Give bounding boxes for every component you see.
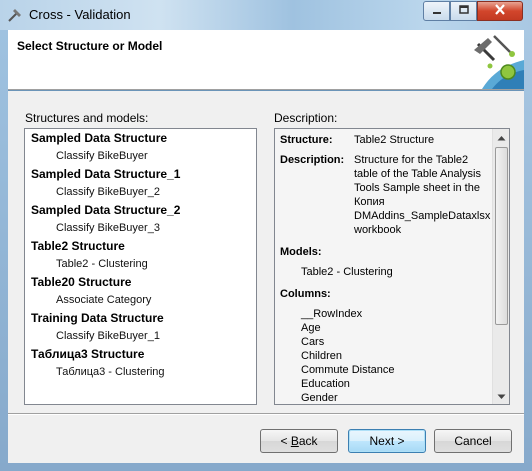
maximize-button[interactable] (450, 1, 477, 21)
list-item[interactable]: Sampled Data Structure_2 Classify BikeBu… (25, 201, 256, 237)
description-key: Description: (280, 154, 345, 166)
column-entry: Commute Distance (301, 364, 395, 376)
window-title: Cross - Validation (29, 7, 131, 22)
column-entry: Cars (301, 336, 325, 348)
structure-name[interactable]: Table2 Structure (31, 237, 256, 255)
description-content: Structure: Table2 Structure Description:… (280, 133, 491, 404)
column-entry: Age (301, 322, 321, 334)
page-title: Select Structure or Model (17, 39, 163, 53)
model-name[interactable]: Classify BikeBuyer (31, 147, 256, 165)
window-frame-bottom (0, 463, 532, 471)
model-entry: Table2 - Clustering (301, 266, 393, 278)
model-name[interactable]: Classify BikeBuyer_1 (31, 327, 256, 345)
column-entry: Education (301, 378, 350, 390)
column-entry: Children (301, 350, 342, 362)
separator (8, 413, 524, 415)
structures-label: Structures and models: (25, 111, 149, 125)
tools-icon (7, 7, 23, 23)
model-name[interactable]: Classify BikeBuyer_2 (31, 183, 256, 201)
cancel-button[interactable]: Cancel (434, 429, 512, 453)
close-icon (494, 4, 506, 18)
minimize-icon (432, 4, 442, 18)
scroll-down-button[interactable] (494, 388, 509, 404)
scroll-down-icon (497, 389, 506, 403)
model-name[interactable]: Classify BikeBuyer_3 (31, 219, 256, 237)
structure-name[interactable]: Table20 Structure (31, 273, 256, 291)
window-frame-left (0, 30, 8, 471)
description-value: Structure for the Table2 table of the Ta… (354, 154, 491, 236)
minimize-button[interactable] (423, 1, 450, 21)
scroll-thumb[interactable] (495, 147, 508, 325)
back-prefix: < (280, 434, 291, 448)
maximize-icon (458, 4, 469, 18)
structure-name[interactable]: Sampled Data Structure_1 (31, 165, 256, 183)
list-item[interactable]: Training Data Structure Classify BikeBuy… (25, 309, 256, 345)
next-button[interactable]: Next > (348, 429, 426, 453)
list-item[interactable]: Таблица3 Structure Таблица3 - Clustering (25, 345, 256, 381)
scroll-up-icon (497, 130, 506, 144)
scroll-up-button[interactable] (494, 129, 509, 145)
list-item[interactable]: Sampled Data Structure Classify BikeBuye… (25, 129, 256, 165)
window-frame-right (524, 30, 532, 471)
model-name[interactable]: Таблица3 - Clustering (31, 363, 256, 381)
back-button[interactable]: < Back (260, 429, 338, 453)
description-label: Description: (274, 111, 338, 125)
column-entry: __RowIndex (301, 308, 363, 320)
back-rest: ack (298, 434, 318, 448)
structures-list[interactable]: Sampled Data Structure Classify BikeBuye… (24, 128, 257, 405)
wizard-logo-icon (464, 30, 524, 89)
list-item[interactable]: Sampled Data Structure_1 Classify BikeBu… (25, 165, 256, 201)
model-name[interactable]: Table2 - Clustering (31, 255, 256, 273)
description-panel[interactable]: Structure: Table2 Structure Description:… (274, 128, 510, 405)
close-button[interactable] (477, 1, 523, 21)
structure-name[interactable]: Sampled Data Structure_2 (31, 201, 256, 219)
title-bar: Cross - Validation (0, 0, 532, 30)
list-item[interactable]: Table20 Structure Associate Category (25, 273, 256, 309)
back-accelerator: B (290, 434, 299, 448)
wizard-body: Structures and models: Description: Samp… (8, 91, 524, 463)
structure-key: Structure: (280, 134, 333, 146)
models-heading: Models: (280, 246, 322, 258)
column-entry: Gender (301, 392, 338, 404)
list-item[interactable]: Table2 Structure Table2 - Clustering (25, 237, 256, 273)
structure-name[interactable]: Sampled Data Structure (31, 129, 256, 147)
structure-name[interactable]: Таблица3 Structure (31, 345, 256, 363)
description-scrollbar[interactable] (492, 129, 509, 404)
wizard-header: Select Structure or Model (8, 30, 524, 90)
columns-heading: Columns: (280, 288, 331, 300)
model-name[interactable]: Associate Category (31, 291, 256, 309)
structure-value: Table2 Structure (354, 134, 435, 146)
structure-name[interactable]: Training Data Structure (31, 309, 256, 327)
